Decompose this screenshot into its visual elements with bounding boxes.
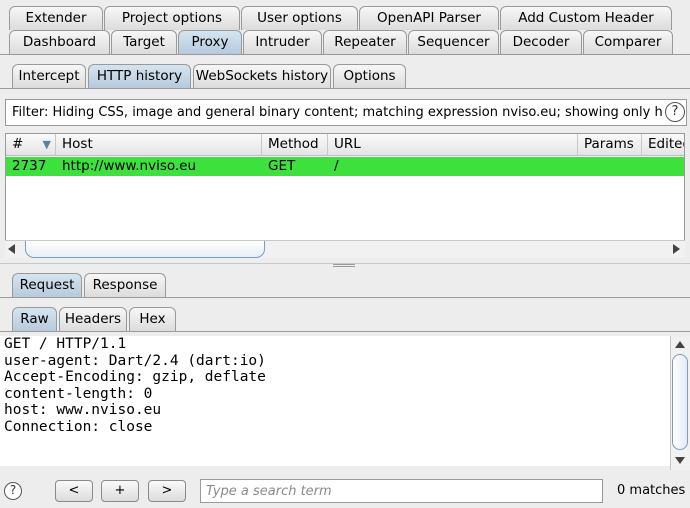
message-tab-divider [0, 297, 690, 298]
search-input[interactable]: Type a search term [200, 479, 603, 503]
request-line: Connection: close [4, 419, 153, 435]
tab-dashboard[interactable]: Dashboard [9, 30, 110, 54]
filter-bar[interactable]: Filter: Hiding CSS, image and general bi… [5, 99, 687, 126]
sort-desc-icon: ▼ [42, 138, 51, 151]
request-line: GET / HTTP/1.1 [4, 336, 127, 352]
tab-proxy[interactable]: Proxy [178, 30, 242, 54]
scroll-left-icon[interactable] [8, 244, 15, 254]
tab-divider [0, 54, 690, 55]
tab-intercept[interactable]: Intercept [12, 64, 86, 88]
tab-project-options[interactable]: Project options [104, 6, 240, 30]
tab-target[interactable]: Target [111, 30, 177, 54]
add-button[interactable]: + [101, 480, 139, 502]
cell-method: GET [268, 158, 296, 174]
tab-extender[interactable]: Extender [9, 6, 103, 30]
scroll-thumb[interactable] [25, 241, 265, 258]
help-icon[interactable]: ? [665, 102, 685, 122]
column-header-params[interactable]: Params [578, 134, 642, 156]
column-header-host[interactable]: Host [56, 134, 262, 156]
tab-openapi-parser[interactable]: OpenAPI Parser [359, 6, 499, 30]
cell-url: / [334, 158, 339, 174]
tab-http-history[interactable]: HTTP history [88, 64, 191, 88]
search-placeholder: Type a search term [206, 484, 332, 499]
table-horizontal-scrollbar[interactable] [5, 240, 685, 258]
tab-sequencer[interactable]: Sequencer [408, 30, 499, 54]
request-line: content-length: 0 [4, 385, 153, 402]
tab-repeater[interactable]: Repeater [323, 30, 407, 54]
help-icon[interactable]: ? [4, 482, 22, 500]
column-header-method[interactable]: Method [262, 134, 328, 156]
previous-match-button[interactable]: < [55, 480, 93, 502]
column-header-num[interactable]: # ▼ [6, 134, 56, 156]
tab-raw[interactable]: Raw [12, 307, 57, 331]
editor-vertical-scrollbar[interactable] [670, 336, 690, 470]
tab-options[interactable]: Options [333, 64, 406, 88]
tab-hex[interactable]: Hex [129, 307, 176, 331]
view-tab-divider [0, 331, 690, 332]
tab-add-custom-header[interactable]: Add Custom Header [500, 6, 672, 30]
tab-decoder[interactable]: Decoder [500, 30, 582, 54]
scroll-up-icon[interactable] [675, 341, 685, 348]
tab-comparer[interactable]: Comparer [583, 30, 673, 54]
table-row[interactable]: 2737 http://www.nviso.eu GET / [6, 157, 684, 176]
column-header-url[interactable]: URL [328, 134, 578, 156]
tab-response[interactable]: Response [84, 273, 166, 297]
match-count: 0 matches [617, 483, 686, 498]
tab-websockets-history[interactable]: WebSockets history [193, 64, 331, 88]
scroll-thumb[interactable] [672, 354, 688, 450]
subtab-divider [0, 88, 690, 89]
split-grip-icon [333, 264, 355, 267]
tab-user-options[interactable]: User options [241, 6, 358, 30]
tab-headers[interactable]: Headers [59, 307, 127, 331]
filter-text: Filter: Hiding CSS, image and general bi… [12, 105, 662, 120]
cell-num: 2737 [12, 158, 47, 174]
request-line: host: www.nviso.eu [4, 402, 162, 419]
scroll-down-icon[interactable] [675, 457, 685, 464]
request-editor[interactable]: GET / HTTP/1.1 user-agent: Dart/2.4 (dar… [0, 336, 670, 466]
request-line: Accept-Encoding: gzip, deflate [4, 369, 266, 386]
cell-host: http://www.nviso.eu [62, 158, 197, 174]
scroll-right-icon[interactable] [673, 244, 680, 254]
tab-request[interactable]: Request [12, 273, 82, 297]
tab-intruder[interactable]: Intruder [243, 30, 322, 54]
request-line: user-agent: Dart/2.4 (dart:io) [4, 352, 266, 369]
column-header-edited[interactable]: Edited [642, 134, 684, 156]
next-match-button[interactable]: > [148, 480, 186, 502]
